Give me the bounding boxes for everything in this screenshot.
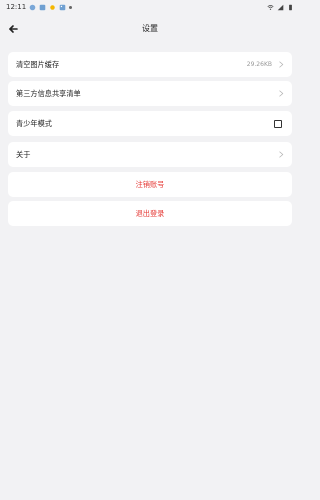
about-label: 关于: [16, 149, 31, 159]
weather-icon: [50, 4, 55, 10]
youth-mode-label: 青少年模式: [16, 118, 52, 128]
about-row[interactable]: 关于: [8, 142, 292, 167]
youth-mode-row[interactable]: 青少年模式: [8, 111, 292, 136]
wifi-icon: [267, 4, 274, 10]
page-title: 设置: [142, 24, 158, 33]
delete-account-label: 注销账号: [135, 179, 165, 189]
header: 设置: [0, 14, 300, 44]
third-party-share-list-row[interactable]: 第三方信息共享清单: [8, 81, 292, 106]
chevron-right-icon: [279, 90, 284, 97]
status-right: [267, 4, 300, 11]
cache-size-value: 29.26KB: [246, 61, 272, 68]
logout-label: 退出登录: [135, 208, 165, 218]
youth-mode-checkbox-icon[interactable]: [274, 119, 282, 128]
battery-icon: [289, 4, 292, 10]
status-time: 12:11: [6, 3, 27, 11]
clear-image-cache-label: 清空图片缓存: [16, 59, 60, 69]
status-bar: 12:11: [0, 0, 300, 14]
delete-account-button[interactable]: 注销账号: [8, 172, 292, 197]
image-icon: [59, 4, 66, 10]
app-icon: [39, 4, 46, 10]
status-left: 12:11: [0, 3, 73, 11]
chevron-right-icon: [279, 61, 284, 68]
clear-image-cache-row[interactable]: 清空图片缓存 29.26KB: [8, 52, 292, 77]
signal-icon: [277, 4, 284, 10]
third-party-share-list-label: 第三方信息共享清单: [16, 88, 81, 98]
logout-button[interactable]: 退出登录: [8, 201, 292, 226]
status-dot-icon: [69, 5, 73, 9]
chevron-right-icon: [279, 151, 284, 158]
notification-icon: [29, 4, 36, 10]
